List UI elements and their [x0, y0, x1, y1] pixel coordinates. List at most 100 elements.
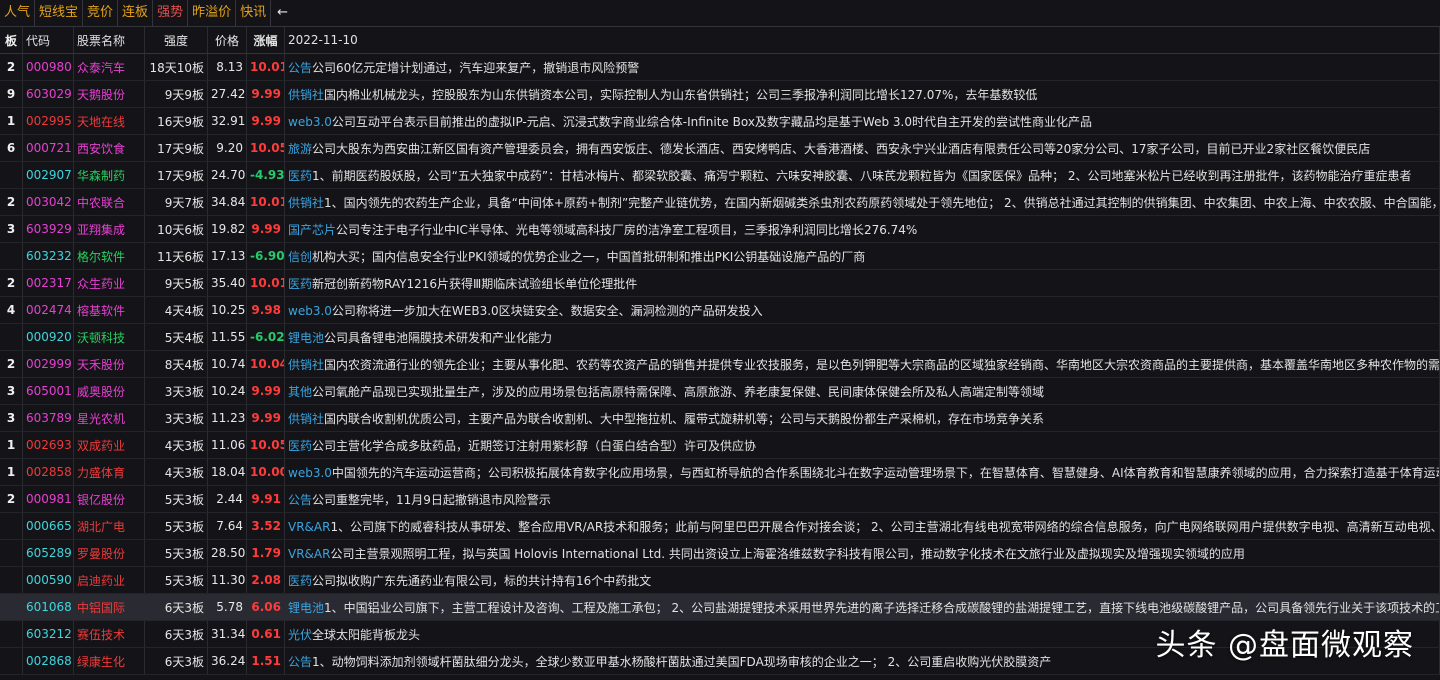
stock-code[interactable]: 003042	[22, 188, 74, 216]
stock-code[interactable]: 000590	[22, 566, 74, 594]
table-row[interactable]: 000665 湖北广电 5天3板 7.64 3.52 VR&AR1、公司旗下的威睿科技从事…	[0, 512, 1440, 540]
header-code[interactable]: 代码	[22, 27, 74, 54]
table-row[interactable]: 3 603789 星光农机 3天3板 11.23 9.99 供销社国内联合收割机优质公司，主…	[0, 404, 1440, 432]
table-row[interactable]: 605289 罗曼股份 5天3板 28.50 1.79 VR&AR公司主营景观照明工程，拟…	[0, 539, 1440, 567]
tab-6[interactable]: 快讯	[236, 0, 272, 26]
stock-name[interactable]: 亚翔集成	[73, 215, 145, 243]
stock-name[interactable]: 启迪药业	[73, 566, 145, 594]
table-row[interactable]: 9 603029 天鹅股份 9天9板 27.42 9.99 供销社国内棉业机械龙头，控股股东…	[0, 80, 1440, 108]
header-price[interactable]: 价格	[207, 27, 247, 54]
table-row[interactable]: 4 002474 榕基软件 4天4板 10.25 9.98 web3.0公司称将进一步加大在…	[0, 296, 1440, 324]
table-row[interactable]: 603232 格尔软件 11天6板 17.13 -6.90 信创机构大买；国内信息安全行业…	[0, 242, 1440, 270]
stock-code[interactable]: 603232	[22, 242, 74, 270]
sector-tag[interactable]: 医药	[288, 439, 312, 453]
stock-name[interactable]: 榕基软件	[73, 296, 145, 324]
sector-tag[interactable]: 旅游	[288, 142, 312, 156]
sector-tag[interactable]: 国产芯片	[288, 223, 336, 237]
sector-tag[interactable]: 公告	[288, 61, 312, 75]
stock-name[interactable]: 天鹅股份	[73, 80, 145, 108]
stock-code[interactable]: 002868	[22, 647, 74, 675]
table-row[interactable]: 3 603929 亚翔集成 10天6板 19.82 9.99 国产芯片公司专注于电子行业中I…	[0, 215, 1440, 243]
sector-tag[interactable]: 锂电池	[288, 601, 324, 615]
tab-1[interactable]: 短线宝	[35, 0, 84, 26]
table-row[interactable]: 1 002693 双成药业 4天3板 11.06 10.05 医药公司主营化学合成多肽药品，…	[0, 431, 1440, 459]
stock-name[interactable]: 天禾股份	[73, 350, 145, 378]
tab-3[interactable]: 连板	[118, 0, 154, 26]
tab-5[interactable]: 昨溢价	[188, 0, 237, 26]
stock-code[interactable]: 000980	[22, 53, 74, 81]
table-row[interactable]: 601068 中铝国际 6天3板 5.78 6.06 锂电池1、中国铝业公司旗下，主营工程…	[0, 593, 1440, 621]
stock-name[interactable]: 赛伍技术	[73, 620, 145, 648]
stock-code[interactable]: 605289	[22, 539, 74, 567]
stock-name[interactable]: 威奥股份	[73, 377, 145, 405]
table-row[interactable]: 2 000981 银亿股份 5天3板 2.44 9.91 公告公司重整完毕，11月9日起撤销…	[0, 485, 1440, 513]
table-row[interactable]: 000590 启迪药业 5天3板 11.30 2.08 医药公司拟收购广东先通药业有限公司…	[0, 566, 1440, 594]
header-strength[interactable]: 强度	[144, 27, 208, 54]
sector-tag[interactable]: VR&AR	[288, 520, 330, 534]
sector-tag[interactable]: 公告	[288, 655, 312, 669]
table-row[interactable]: 000920 沃顿科技 5天4板 11.55 -6.02 锂电池公司具备锂电池隔膜技术研发…	[0, 323, 1440, 351]
stock-name[interactable]: 中铝国际	[73, 593, 145, 621]
table-row[interactable]: 6 000721 西安饮食 17天9板 9.20 10.05 旅游公司大股东为西安曲江新区国…	[0, 134, 1440, 162]
stock-code[interactable]: 000920	[22, 323, 74, 351]
tab-2[interactable]: 竞价	[83, 0, 119, 26]
sector-tag[interactable]: 医药	[288, 169, 312, 183]
stock-name[interactable]: 绿康生化	[73, 647, 145, 675]
stock-code[interactable]: 002317	[22, 269, 74, 297]
sector-tag[interactable]: web3.0	[288, 466, 332, 480]
stock-code[interactable]: 603929	[22, 215, 74, 243]
stock-code[interactable]: 601068	[22, 593, 74, 621]
sector-tag[interactable]: 信创	[288, 250, 312, 264]
table-row[interactable]: 1 002995 天地在线 16天9板 32.91 9.99 web3.0公司互动平台表示目…	[0, 107, 1440, 135]
stock-name[interactable]: 星光农机	[73, 404, 145, 432]
table-row[interactable]: 1 002858 力盛体育 4天3板 18.04 10.00 web3.0中国领先的汽车运动…	[0, 458, 1440, 486]
stock-code[interactable]: 002693	[22, 431, 74, 459]
stock-name[interactable]: 罗曼股份	[73, 539, 145, 567]
stock-name[interactable]: 银亿股份	[73, 485, 145, 513]
tab-0[interactable]: 人气	[0, 0, 36, 26]
stock-code[interactable]: 603789	[22, 404, 74, 432]
stock-name[interactable]: 华森制药	[73, 161, 145, 189]
stock-code[interactable]: 000665	[22, 512, 74, 540]
stock-name[interactable]: 众泰汽车	[73, 53, 145, 81]
sector-tag[interactable]: 光伏	[288, 628, 312, 642]
stock-name[interactable]: 沃顿科技	[73, 323, 145, 351]
table-row[interactable]: 2 002999 天禾股份 8天4板 10.74 10.04 供销社国内农资流通行业的领先企…	[0, 350, 1440, 378]
stock-code[interactable]: 002999	[22, 350, 74, 378]
sector-tag[interactable]: 公告	[288, 493, 312, 507]
stock-name[interactable]: 湖北广电	[73, 512, 145, 540]
stock-code[interactable]: 603029	[22, 80, 74, 108]
sector-tag[interactable]: 供销社	[288, 88, 324, 102]
table-row[interactable]: 2 002317 众生药业 9天5板 35.40 10.01 医药新冠创新药物RAY1216…	[0, 269, 1440, 297]
stock-name[interactable]: 中农联合	[73, 188, 145, 216]
sector-tag[interactable]: VR&AR	[288, 547, 330, 561]
stock-code[interactable]: 605001	[22, 377, 74, 405]
sector-tag[interactable]: 供销社	[288, 196, 324, 210]
stock-code[interactable]: 603212	[22, 620, 74, 648]
sector-tag[interactable]: 供销社	[288, 358, 324, 372]
stock-code[interactable]: 000721	[22, 134, 74, 162]
stock-code[interactable]: 000981	[22, 485, 74, 513]
sector-tag[interactable]: 医药	[288, 277, 312, 291]
table-row[interactable]: 2 003042 中农联合 9天7板 34.84 10.01 供销社1、国内领先的农药生产企…	[0, 188, 1440, 216]
stock-name[interactable]: 西安饮食	[73, 134, 145, 162]
header-name[interactable]: 股票名称	[73, 27, 145, 54]
table-row[interactable]: 2 000980 众泰汽车 18天10板 8.13 10.01 公告公司60亿元定增计划通过…	[0, 53, 1440, 81]
sector-tag[interactable]: 供销社	[288, 412, 324, 426]
table-row[interactable]: 002907 华森制药 17天9板 24.70 -4.93 医药1、前期医药股妖股，公司“…	[0, 161, 1440, 189]
header-board[interactable]: 板	[0, 27, 23, 54]
sector-tag[interactable]: 锂电池	[288, 331, 324, 345]
sector-tag[interactable]: web3.0	[288, 115, 332, 129]
table-row[interactable]: 3 605001 威奥股份 3天3板 10.24 9.99 其他公司氧舱产品现已实现批量生产…	[0, 377, 1440, 405]
sector-tag[interactable]: web3.0	[288, 304, 332, 318]
stock-code[interactable]: 002474	[22, 296, 74, 324]
stock-name[interactable]: 格尔软件	[73, 242, 145, 270]
stock-code[interactable]: 002858	[22, 458, 74, 486]
stock-code[interactable]: 002907	[22, 161, 74, 189]
back-arrow-icon[interactable]: ←	[271, 0, 294, 26]
stock-name[interactable]: 力盛体育	[73, 458, 145, 486]
tab-4[interactable]: 强势	[153, 0, 189, 26]
stock-name[interactable]: 众生药业	[73, 269, 145, 297]
stock-code[interactable]: 002995	[22, 107, 74, 135]
sector-tag[interactable]: 其他	[288, 385, 312, 399]
